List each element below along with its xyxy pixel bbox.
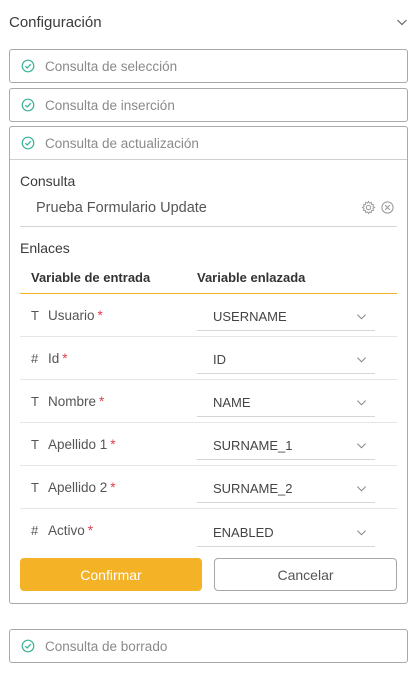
link-row: # Id * ID: [20, 337, 397, 380]
required-marker: *: [110, 479, 116, 495]
required-marker: *: [99, 393, 105, 409]
query-insert-card[interactable]: Consulta de inserción: [9, 88, 408, 122]
chevron-down-icon[interactable]: [356, 440, 367, 451]
query-update-panel: Consulta Prueba Formulario Update Enlace…: [10, 159, 407, 603]
required-marker: *: [62, 350, 68, 366]
enlaces-label: Enlaces: [20, 240, 70, 256]
number-type-icon: #: [31, 523, 39, 538]
link-row: T Apellido 2 * SURNAME_2: [20, 466, 397, 509]
confirm-button[interactable]: Confirmar: [20, 558, 202, 591]
text-type-icon: T: [31, 436, 39, 452]
chevron-down-icon[interactable]: [356, 354, 367, 365]
required-marker: *: [97, 307, 103, 323]
text-type-icon: T: [31, 393, 39, 409]
clear-icon[interactable]: [380, 200, 395, 215]
consulta-label: Consulta: [20, 173, 76, 189]
linked-variable-select[interactable]: SURNAME_1: [197, 432, 375, 460]
linked-variable-select[interactable]: USERNAME: [197, 303, 375, 331]
text-type-icon: T: [31, 479, 39, 495]
linked-variable-value: SURNAME_2: [213, 481, 293, 496]
query-select-card[interactable]: Consulta de selección: [9, 49, 408, 83]
chevron-down-icon[interactable]: [396, 16, 408, 28]
query-update-label: Consulta de actualización: [45, 135, 199, 151]
input-variable-name: Usuario: [48, 307, 95, 323]
query-update-header[interactable]: Consulta de actualización: [10, 127, 407, 159]
link-row: T Apellido 1 * SURNAME_1: [20, 423, 397, 466]
check-circle-icon: [21, 639, 35, 653]
linked-variable-value: SURNAME_1: [213, 438, 293, 453]
chevron-down-icon[interactable]: [356, 527, 367, 538]
query-delete-card[interactable]: Consulta de borrado: [9, 629, 408, 663]
query-delete-label: Consulta de borrado: [45, 638, 168, 654]
check-circle-icon: [21, 98, 35, 112]
linked-variable-value: ID: [213, 352, 226, 367]
input-variable-cell: T Nombre *: [20, 394, 197, 409]
required-marker: *: [110, 436, 116, 452]
check-circle-icon: [21, 59, 35, 73]
link-row: # Activo * ENABLED: [20, 509, 397, 552]
consulta-value: Prueba Formulario Update: [36, 200, 207, 216]
configuration-title: Configuración: [9, 13, 102, 31]
linked-variable-value: USERNAME: [213, 309, 287, 324]
configuration-header[interactable]: Configuración: [0, 0, 420, 44]
linked-variable-select[interactable]: ENABLED: [197, 519, 375, 547]
consulta-field[interactable]: Prueba Formulario Update: [20, 200, 397, 227]
input-variable-name: Apellido 1: [48, 436, 108, 452]
input-variable-cell: T Usuario *: [20, 308, 197, 323]
input-variable-name: Activo: [48, 523, 85, 538]
chevron-down-icon[interactable]: [356, 483, 367, 494]
input-variable-cell: # Id *: [20, 351, 197, 366]
query-update-card: Consulta de actualización Consulta Prueb…: [9, 126, 408, 604]
number-type-icon: #: [31, 350, 39, 366]
input-variable-cell: T Apellido 1 *: [20, 437, 197, 452]
linked-variable-value: NAME: [213, 395, 251, 410]
cancel-button[interactable]: Cancelar: [214, 558, 397, 591]
column-linked-variable: Variable enlazada: [197, 270, 306, 285]
text-type-icon: T: [31, 307, 39, 323]
linked-variable-value: ENABLED: [213, 524, 274, 540]
input-variable-name: Id: [48, 350, 60, 366]
required-marker: *: [87, 523, 94, 538]
link-row: T Usuario * USERNAME: [20, 294, 397, 337]
input-variable-name: Apellido 2: [48, 479, 108, 495]
gear-icon[interactable]: [361, 200, 376, 215]
query-select-label: Consulta de selección: [45, 58, 178, 74]
links-table-header: Variable de entrada Variable enlazada: [20, 262, 397, 294]
column-input-variable: Variable de entrada: [31, 270, 151, 285]
input-variable-name: Nombre: [48, 393, 97, 409]
link-row: T Nombre * NAME: [20, 380, 397, 423]
check-circle-icon: [21, 136, 35, 150]
chevron-down-icon[interactable]: [356, 311, 367, 322]
linked-variable-select[interactable]: ID: [197, 346, 375, 374]
linked-variable-select[interactable]: SURNAME_2: [197, 475, 375, 503]
chevron-down-icon[interactable]: [356, 397, 367, 408]
input-variable-cell: T Apellido 2 *: [20, 480, 197, 495]
input-variable-cell: # Activo *: [20, 523, 197, 538]
query-insert-label: Consulta de inserción: [45, 97, 175, 113]
linked-variable-select[interactable]: NAME: [197, 389, 375, 417]
